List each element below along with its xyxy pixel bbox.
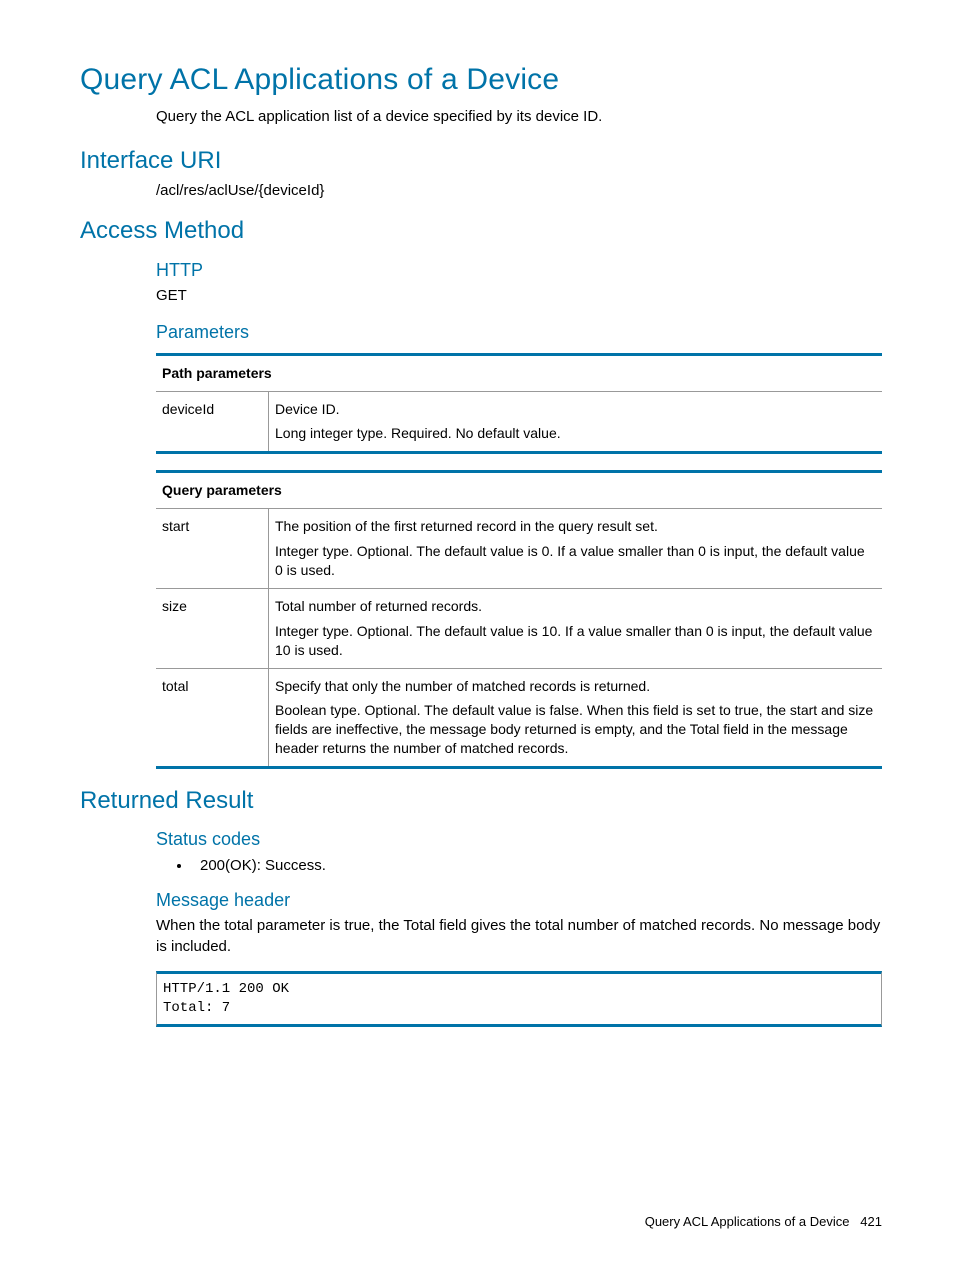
param-desc: Total number of returned records. Intege… — [269, 588, 883, 668]
message-header-text: When the total parameter is true, the To… — [156, 916, 882, 957]
status-codes-list: 200(OK): Success. — [156, 856, 882, 876]
interface-uri-heading: Interface URI — [80, 145, 882, 177]
page-title: Query ACL Applications of a Device — [80, 60, 882, 101]
footer-title: Query ACL Applications of a Device — [645, 1214, 850, 1229]
param-desc: Device ID. Long integer type. Required. … — [269, 391, 883, 453]
page-footer: Query ACL Applications of a Device 421 — [645, 1213, 882, 1231]
param-name: start — [156, 509, 269, 589]
list-item: 200(OK): Success. — [192, 856, 882, 876]
interface-uri-value: /acl/res/aclUse/{deviceId} — [156, 181, 882, 201]
status-codes-heading: Status codes — [156, 827, 882, 851]
table-row: total Specify that only the number of ma… — [156, 668, 882, 768]
footer-page: 421 — [860, 1214, 882, 1229]
query-table-header: Query parameters — [156, 472, 882, 509]
table-row: deviceId Device ID. Long integer type. R… — [156, 391, 882, 453]
param-desc: Specify that only the number of matched … — [269, 668, 883, 768]
parameters-heading: Parameters — [156, 320, 882, 344]
path-table-header: Path parameters — [156, 354, 882, 391]
message-header-code: HTTP/1.1 200 OK Total: 7 — [156, 971, 882, 1027]
param-name: deviceId — [156, 391, 269, 453]
path-parameters-table: Path parameters deviceId Device ID. Long… — [156, 353, 882, 455]
http-value: GET — [156, 286, 882, 306]
table-row: start The position of the first returned… — [156, 509, 882, 589]
message-header-heading: Message header — [156, 888, 882, 912]
table-row: size Total number of returned records. I… — [156, 588, 882, 668]
query-parameters-table: Query parameters start The position of t… — [156, 470, 882, 769]
access-method-heading: Access Method — [80, 215, 882, 247]
param-name: total — [156, 668, 269, 768]
http-heading: HTTP — [156, 258, 882, 282]
returned-result-heading: Returned Result — [80, 785, 882, 817]
intro-text: Query the ACL application list of a devi… — [156, 107, 882, 127]
param-name: size — [156, 588, 269, 668]
param-desc: The position of the first returned recor… — [269, 509, 883, 589]
